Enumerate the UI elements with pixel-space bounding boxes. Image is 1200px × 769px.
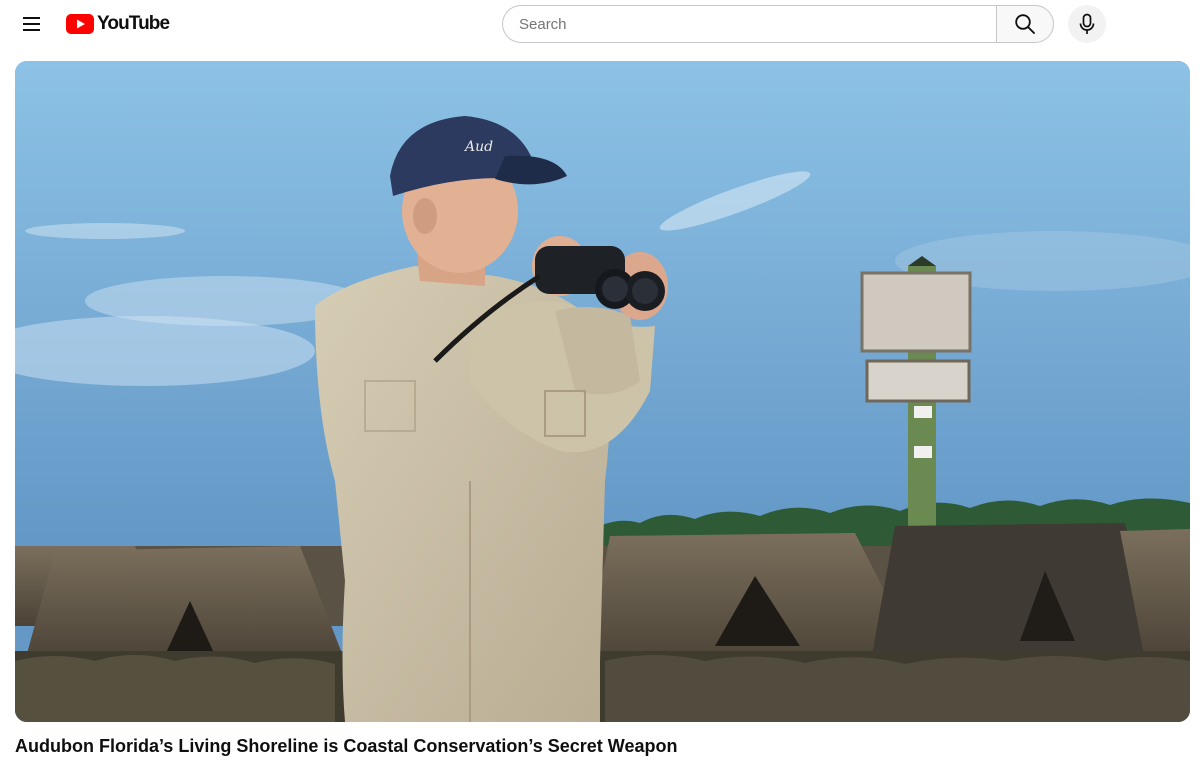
guide-menu-button[interactable]	[14, 6, 50, 42]
video-title[interactable]: Audubon Florida’s Living Shoreline is Co…	[15, 734, 1185, 758]
search-bar	[502, 5, 1054, 43]
youtube-logo[interactable]: YouTube	[66, 13, 170, 35]
search-icon	[1015, 14, 1035, 34]
logo-wordmark: YouTube	[97, 13, 170, 34]
search-input[interactable]	[517, 14, 982, 34]
masthead: YouTube	[0, 0, 1200, 48]
video-player[interactable]: Aud	[15, 61, 1190, 722]
search-button[interactable]	[996, 5, 1054, 43]
youtube-play-icon	[66, 14, 94, 34]
microphone-icon	[1079, 13, 1095, 34]
search-box[interactable]	[502, 5, 996, 43]
hamburger-menu-icon	[23, 17, 40, 31]
voice-search-button[interactable]	[1068, 5, 1106, 43]
cap-logo: Aud	[463, 139, 493, 155]
video-frame: Aud	[15, 61, 1190, 722]
